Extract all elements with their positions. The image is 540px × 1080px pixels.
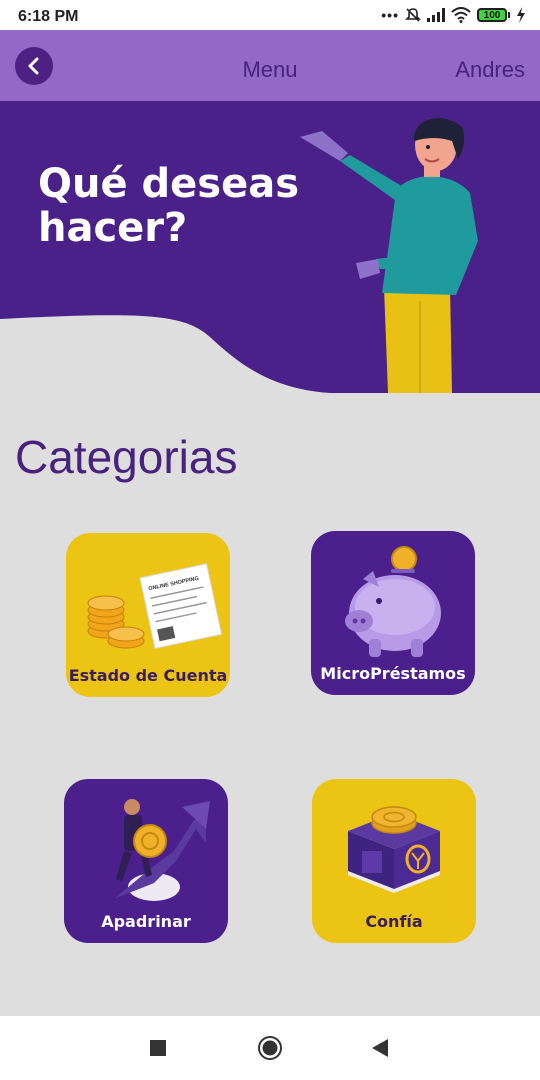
- category-label: MicroPréstamos: [320, 664, 466, 683]
- section-title: Categorias: [15, 431, 238, 483]
- square-icon: [150, 1040, 166, 1056]
- category-tile-micro-prestamos[interactable]: MicroPréstamos: [311, 531, 475, 695]
- back-nav-button[interactable]: [366, 1034, 394, 1062]
- category-label: Apadrinar: [101, 912, 191, 931]
- circle-icon: [258, 1036, 282, 1060]
- battery-icon: 100: [477, 8, 510, 22]
- user-name[interactable]: Andres: [455, 57, 525, 83]
- recents-button[interactable]: [144, 1034, 172, 1062]
- home-button[interactable]: [256, 1034, 284, 1062]
- status-icons: ••• 100: [381, 6, 526, 24]
- signal-icon: [427, 8, 445, 22]
- triangle-back-icon: [372, 1039, 388, 1057]
- app-bar: Menu Andres: [0, 30, 540, 101]
- hero-background: [0, 101, 540, 393]
- battery-level: 100: [477, 8, 507, 22]
- hero-text: Qué deseas hacer?: [38, 161, 300, 251]
- hero-banner: [0, 101, 540, 401]
- category-tile-confia[interactable]: Confía: [312, 779, 476, 943]
- category-tile-apadrinar[interactable]: Apadrinar: [64, 779, 228, 943]
- charging-icon: [517, 7, 525, 23]
- wifi-icon: [451, 7, 471, 23]
- category-label: Estado de Cuenta: [68, 666, 228, 685]
- mute-icon: [405, 8, 421, 22]
- status-time: 6:18 PM: [18, 8, 79, 25]
- status-bar: 6:18 PM ••• 100: [0, 0, 540, 30]
- system-navigation-bar: [0, 1016, 540, 1080]
- category-label: Confía: [365, 912, 423, 931]
- category-tile-estado-de-cuenta[interactable]: ONLINE SHOPPING Estado de Cuenta: [66, 533, 230, 697]
- more-dots-icon: •••: [381, 7, 399, 23]
